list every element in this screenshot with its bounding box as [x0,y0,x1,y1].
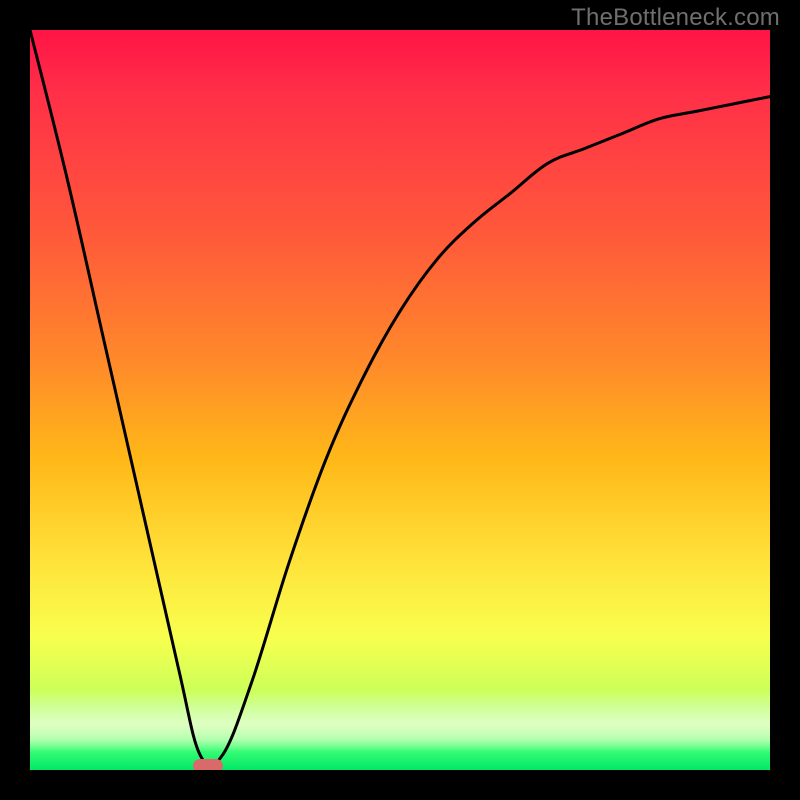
chart-frame: TheBottleneck.com [0,0,800,800]
optimal-point-marker [193,759,223,770]
watermark-text: TheBottleneck.com [571,4,780,32]
bottleneck-curve [30,30,770,766]
plot-area [30,30,770,770]
curve-svg [30,30,770,770]
